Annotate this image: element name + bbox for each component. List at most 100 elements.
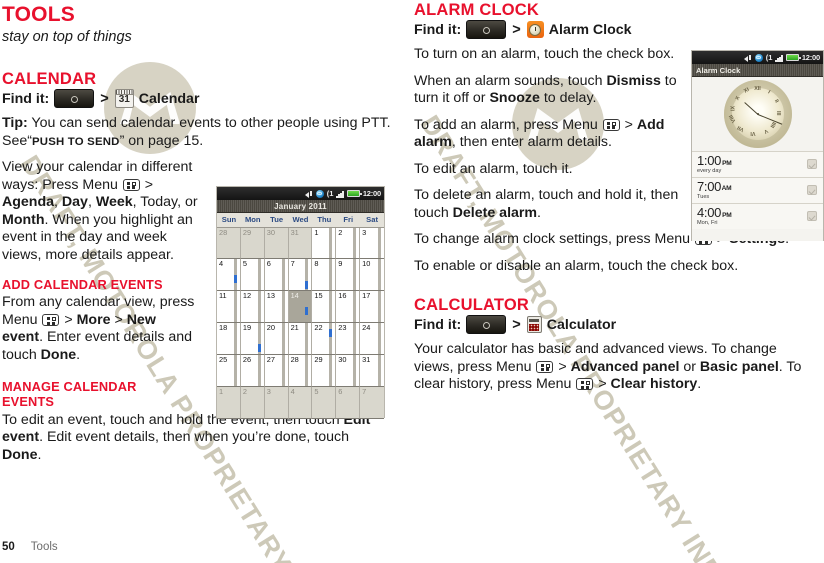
add-events-text-5: . (76, 346, 81, 363)
calendar-day-cell[interactable]: 26 (240, 354, 265, 387)
menu-key-icon[interactable] (602, 118, 620, 131)
manage-events-option-done: Done (2, 446, 38, 463)
chapter-title: TOOLS (2, 3, 75, 26)
volume-icon (743, 54, 752, 62)
calendar-month-grid[interactable]: 28 29 30 31 1 2 3 4 5 6 7 8 9 10 11 12 13 14 15 16 17 18 19 20 2… (217, 227, 384, 419)
calendar-day-cell[interactable]: 7 (360, 386, 384, 419)
alarm-app-body: XII I II III IIII V VI VII VIII IX X XI 1:00PM every… (692, 77, 823, 241)
calendar-day-cell[interactable]: 16 (336, 291, 361, 323)
app-launcher-icon[interactable] (466, 20, 507, 40)
alarm-p2-text-1: When an alarm sounds, touch (414, 72, 607, 89)
calc-option-basic-panel: Basic panel (699, 358, 779, 375)
calendar-day-cell[interactable]: 5 (312, 386, 337, 419)
menu-key-icon[interactable] (122, 178, 140, 191)
ptt-icon: (1 (326, 189, 334, 198)
calendar-day-cell[interactable]: 6 (264, 259, 289, 292)
calendar-day-cell[interactable]: 7 (288, 259, 313, 292)
alarm-clock-app-screenshot: (1 12:00 Alarm Clock XII I II III IIII V VI VII… (691, 50, 824, 241)
calendar-31-icon[interactable]: 31 (114, 89, 134, 109)
calendar-day-cell[interactable]: 5 (240, 259, 265, 292)
calendar-day-cell[interactable]: 2 (240, 386, 265, 419)
tip-text-after: ” on page 15. (119, 132, 204, 149)
calendar-day-cell[interactable]: 11 (217, 291, 241, 323)
manage-events-text-3: . (37, 446, 42, 463)
calendar-event-marker[interactable] (233, 275, 237, 284)
calendar-day-cell[interactable]: 28 (288, 354, 313, 387)
calendar-event-marker[interactable] (305, 306, 309, 315)
calendar-day-cell[interactable]: 8 (312, 259, 337, 292)
menu-key-icon[interactable] (536, 360, 554, 373)
alarm-p3-text-1: To add an alarm, press Menu (414, 116, 602, 133)
calendar-day-cell[interactable]: 28 (217, 227, 241, 260)
calendar-day-cell[interactable]: 14 (288, 291, 313, 323)
calc-text-3: or (679, 358, 700, 375)
calendar-day-cell[interactable]: 27 (264, 354, 289, 387)
alarm-list-item[interactable]: 1:00PM every day (692, 151, 823, 177)
alarm-enable-checkbox[interactable] (807, 159, 817, 169)
app-launcher-icon[interactable] (54, 89, 95, 109)
find-it-calculator: Find it: > Calculator (414, 315, 804, 335)
alarm-enable-checkbox[interactable] (807, 211, 817, 221)
calendar-day-cell[interactable]: 1 (312, 227, 337, 260)
calendar-status-bar: (1 12:00 (217, 187, 384, 200)
calendar-day-cell[interactable]: 23 (336, 323, 361, 355)
calendar-day-cell[interactable]: 17 (360, 291, 384, 323)
menu-key-icon[interactable] (576, 378, 594, 391)
views-option-month: Month (2, 211, 45, 228)
calendar-day-cell[interactable]: 24 (360, 323, 384, 355)
alarm-time: 7:00AM (697, 180, 807, 194)
calendar-day-cell[interactable]: 15 (312, 291, 337, 323)
calendar-day-cell[interactable]: 29 (312, 354, 337, 387)
views-option-week: Week (95, 194, 133, 211)
calendar-day-cell[interactable]: 18 (217, 323, 241, 355)
calendar-day-cell[interactable]: 4 (217, 259, 241, 292)
calendar-day-cell[interactable]: 13 (264, 291, 289, 323)
calendar-day-cell[interactable]: 29 (240, 227, 265, 260)
calendar-day-cell[interactable]: 22 (312, 323, 337, 355)
analog-clock-widget[interactable]: XII I II III IIII V VI VII VIII IX X XI (692, 77, 823, 151)
clock-center-pin (756, 113, 759, 115)
calculator-icon[interactable] (526, 316, 542, 334)
menu-key-icon[interactable] (42, 313, 60, 326)
calc-option-clear-history: Clear history (610, 376, 698, 393)
calendar-app-screenshot: (1 12:00 January 2011 Sun Mon Tue Wed Thu Fri… (216, 186, 385, 419)
calendar-day-cell[interactable]: 20 (264, 323, 289, 355)
calendar-day-timeline (329, 259, 333, 291)
calendar-day-cell[interactable]: 30 (336, 354, 361, 387)
alarm-list-item[interactable]: 7:00AM Tues (692, 177, 823, 203)
calendar-day-cell[interactable]: 25 (217, 354, 241, 387)
calendar-day-cell[interactable]: 6 (336, 386, 361, 419)
calendar-dow-tue: Tue (270, 215, 284, 224)
clock-numeral: III (774, 111, 781, 116)
calendar-event-marker[interactable] (329, 328, 333, 337)
calendar-event-marker[interactable] (257, 343, 261, 352)
alarm-enable-checkbox[interactable] (807, 185, 817, 195)
alarm-list-item[interactable]: 4:00PM Mon, Fri (692, 203, 823, 229)
calendar-day-cell[interactable]: 31 (360, 354, 384, 387)
calendar-day-cell[interactable]: 2 (336, 227, 361, 260)
calculator-paragraph: Your calculator has basic and advanced v… (414, 341, 814, 393)
calendar-event-marker[interactable] (305, 280, 309, 289)
calendar-day-cell[interactable]: 30 (264, 227, 289, 260)
calendar-dow-mon: Mon (244, 215, 261, 224)
calendar-day-cell[interactable]: 31 (288, 227, 313, 260)
alarm-time-value: 4:00 (697, 204, 722, 220)
alarm-repeat-days: Tues (697, 193, 710, 200)
calendar-day-cell[interactable]: 21 (288, 323, 313, 355)
calendar-day-timeline (305, 323, 309, 354)
clock-numeral: IX (729, 105, 736, 111)
calendar-day-cell[interactable]: 1 (217, 386, 241, 419)
calendar-day-cell[interactable]: 3 (264, 386, 289, 419)
calendar-day-cell[interactable]: 9 (336, 259, 361, 292)
calendar-day-timeline (378, 354, 381, 386)
calendar-day-cell[interactable]: 10 (360, 259, 384, 292)
app-launcher-icon[interactable] (466, 315, 507, 335)
calendar-day-cell[interactable]: 19 (240, 323, 265, 355)
calendar-day-cell[interactable]: 3 (360, 227, 384, 260)
alarm-clock-icon[interactable] (526, 21, 544, 39)
calendar-day-cell[interactable]: 12 (240, 291, 265, 323)
battery-icon (346, 190, 362, 197)
find-it-app-name: Alarm Clock (548, 21, 632, 38)
calendar-day-cell[interactable]: 4 (288, 386, 313, 419)
section-heading-calculator: CALCULATOR (414, 296, 530, 314)
